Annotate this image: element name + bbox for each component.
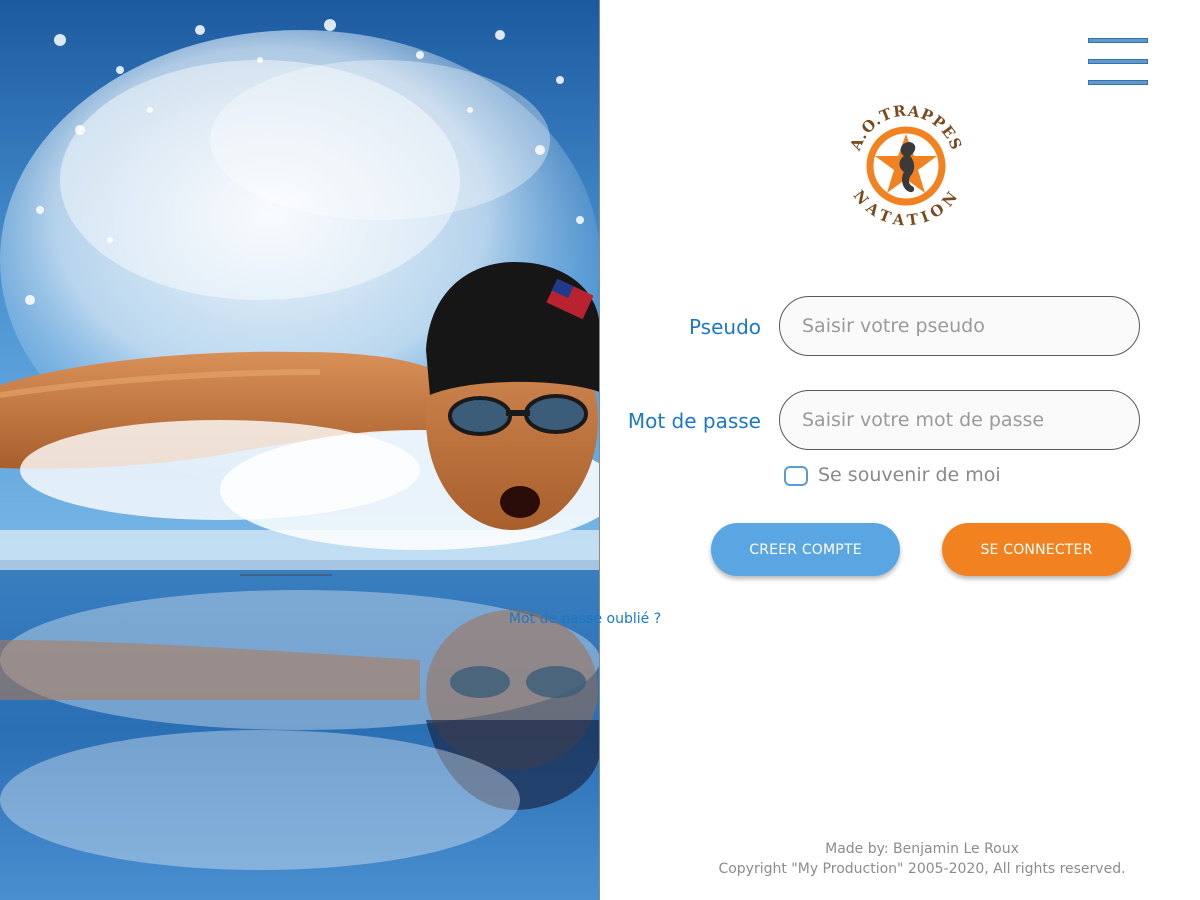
- club-logo: A.O.TRAPPES NATATION: [840, 98, 972, 230]
- forgot-password-link[interactable]: Mot de passe oublié ?: [509, 611, 661, 627]
- seahorse-star-logo-icon: A.O.TRAPPES NATATION: [846, 102, 965, 230]
- username-label: Pseudo: [688, 315, 761, 339]
- hero-photo: [0, 0, 600, 900]
- password-input[interactable]: [779, 390, 1140, 450]
- password-label: Mot de passe: [627, 409, 761, 433]
- remember-me-label: Se souvenir de moi: [818, 464, 1001, 486]
- menu-bar: [1088, 38, 1148, 43]
- create-account-button[interactable]: CREER COMPTE: [711, 523, 900, 576]
- login-button[interactable]: SE CONNECTER: [942, 523, 1131, 576]
- username-input[interactable]: [779, 296, 1140, 356]
- forgot-password-link-row: Mot de passe oublié ?: [0, 611, 1200, 627]
- menu-bar: [1088, 59, 1148, 64]
- swimmer-photo-illustration: [0, 0, 600, 900]
- hamburger-menu-icon[interactable]: [1088, 38, 1148, 86]
- logo-text-bottom: NATATION: [850, 187, 963, 230]
- menu-bar: [1088, 80, 1148, 85]
- remember-me-checkbox[interactable]: Se souvenir de moi: [784, 464, 1001, 486]
- footer-copyright: Copyright "My Production" 2005-2020, All…: [718, 861, 1126, 877]
- hero-divider: [599, 0, 600, 900]
- login-screen: A.O.TRAPPES NATATION Pseudo Mot de passe…: [0, 0, 1200, 900]
- footer-made-by: Made by: Benjamin Le Roux: [825, 841, 1019, 857]
- checkbox-box[interactable]: [784, 465, 808, 486]
